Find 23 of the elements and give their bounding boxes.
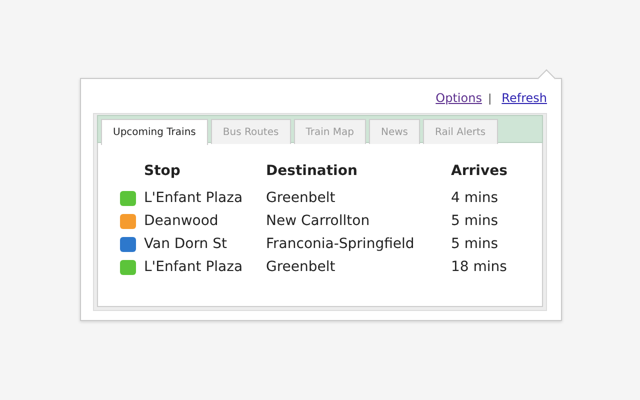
tab[interactable]: Bus Routes bbox=[210, 119, 291, 144]
tab[interactable]: Rail Alerts bbox=[423, 119, 498, 144]
arrival-time: 5 mins bbox=[451, 213, 500, 229]
destination-name: Franconia-Springfield bbox=[266, 236, 416, 252]
tab[interactable]: Upcoming Trains bbox=[101, 119, 208, 145]
arrival-time: 18 mins bbox=[451, 259, 508, 275]
stop-name: L'Enfant Plaza bbox=[144, 259, 244, 275]
arrival-time: 5 mins bbox=[451, 236, 500, 252]
link[interactable]: Refresh bbox=[502, 91, 547, 105]
destination-name: New Carrollton bbox=[266, 213, 371, 229]
stop-name: Deanwood bbox=[144, 213, 220, 229]
link-separator: | bbox=[488, 92, 492, 104]
stop-name: L'Enfant Plaza bbox=[144, 190, 244, 206]
tab[interactable]: Train Map bbox=[294, 119, 366, 144]
destination-name: Greenbelt bbox=[266, 259, 336, 275]
column-header: Stop bbox=[144, 163, 182, 179]
link[interactable]: Options bbox=[436, 91, 482, 105]
tab[interactable]: News bbox=[368, 119, 420, 144]
column-header: Destination bbox=[266, 163, 358, 179]
stop-name: Van Dorn St bbox=[144, 236, 228, 252]
arrival-time: 4 mins bbox=[451, 190, 500, 206]
destination-name: Greenbelt bbox=[266, 190, 336, 206]
column-header: Arrives bbox=[451, 163, 508, 179]
